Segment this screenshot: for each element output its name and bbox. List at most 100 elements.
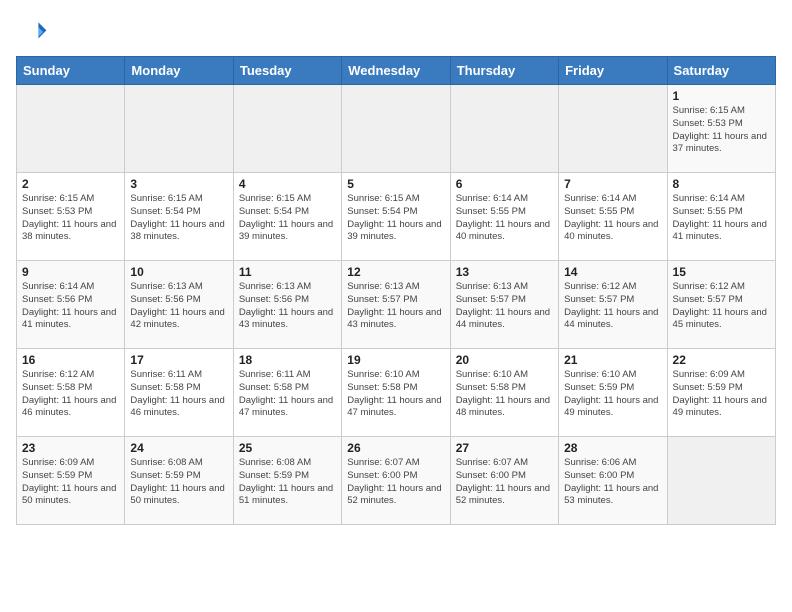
day-info: Sunrise: 6:11 AM Sunset: 5:58 PM Dayligh…: [130, 369, 227, 420]
day-number: 23: [22, 441, 119, 455]
weekday-header: Monday: [125, 57, 233, 85]
day-number: 27: [456, 441, 553, 455]
day-info: Sunrise: 6:14 AM Sunset: 5:55 PM Dayligh…: [456, 193, 553, 244]
calendar-cell: 3 Sunrise: 6:15 AM Sunset: 5:54 PM Daylig…: [125, 173, 233, 261]
calendar-cell: 10 Sunrise: 6:13 AM Sunset: 5:56 PM Dayli…: [125, 261, 233, 349]
calendar-cell: 25 Sunrise: 6:08 AM Sunset: 5:59 PM Dayli…: [233, 437, 341, 525]
day-info: Sunrise: 6:10 AM Sunset: 5:58 PM Dayligh…: [347, 369, 444, 420]
calendar-cell: 6 Sunrise: 6:14 AM Sunset: 5:55 PM Daylig…: [450, 173, 558, 261]
day-info: Sunrise: 6:10 AM Sunset: 5:58 PM Dayligh…: [456, 369, 553, 420]
logo-icon: [16, 16, 48, 48]
weekday-header: Wednesday: [342, 57, 450, 85]
calendar-week-row: 9 Sunrise: 6:14 AM Sunset: 5:56 PM Daylig…: [17, 261, 776, 349]
day-number: 3: [130, 177, 227, 191]
day-number: 16: [22, 353, 119, 367]
calendar-cell: 14 Sunrise: 6:12 AM Sunset: 5:57 PM Dayli…: [559, 261, 667, 349]
calendar-cell: 18 Sunrise: 6:11 AM Sunset: 5:58 PM Dayli…: [233, 349, 341, 437]
day-number: 21: [564, 353, 661, 367]
day-number: 4: [239, 177, 336, 191]
calendar-cell: 24 Sunrise: 6:08 AM Sunset: 5:59 PM Dayli…: [125, 437, 233, 525]
calendar-week-row: 2 Sunrise: 6:15 AM Sunset: 5:53 PM Daylig…: [17, 173, 776, 261]
calendar-cell: [342, 85, 450, 173]
calendar-cell: 13 Sunrise: 6:13 AM Sunset: 5:57 PM Dayli…: [450, 261, 558, 349]
calendar-cell: [450, 85, 558, 173]
day-info: Sunrise: 6:07 AM Sunset: 6:00 PM Dayligh…: [456, 457, 553, 508]
day-info: Sunrise: 6:15 AM Sunset: 5:53 PM Dayligh…: [673, 105, 770, 156]
calendar-cell: 1 Sunrise: 6:15 AM Sunset: 5:53 PM Daylig…: [667, 85, 775, 173]
day-info: Sunrise: 6:14 AM Sunset: 5:56 PM Dayligh…: [22, 281, 119, 332]
weekday-header: Thursday: [450, 57, 558, 85]
weekday-header: Tuesday: [233, 57, 341, 85]
calendar-cell: [233, 85, 341, 173]
calendar-cell: 4 Sunrise: 6:15 AM Sunset: 5:54 PM Daylig…: [233, 173, 341, 261]
day-number: 2: [22, 177, 119, 191]
day-info: Sunrise: 6:09 AM Sunset: 5:59 PM Dayligh…: [22, 457, 119, 508]
day-info: Sunrise: 6:15 AM Sunset: 5:54 PM Dayligh…: [130, 193, 227, 244]
day-number: 19: [347, 353, 444, 367]
calendar-cell: [667, 437, 775, 525]
day-info: Sunrise: 6:14 AM Sunset: 5:55 PM Dayligh…: [564, 193, 661, 244]
calendar-cell: 20 Sunrise: 6:10 AM Sunset: 5:58 PM Dayli…: [450, 349, 558, 437]
day-info: Sunrise: 6:13 AM Sunset: 5:56 PM Dayligh…: [130, 281, 227, 332]
calendar-cell: 12 Sunrise: 6:13 AM Sunset: 5:57 PM Dayli…: [342, 261, 450, 349]
day-number: 15: [673, 265, 770, 279]
day-number: 22: [673, 353, 770, 367]
day-number: 11: [239, 265, 336, 279]
calendar-cell: 19 Sunrise: 6:10 AM Sunset: 5:58 PM Dayli…: [342, 349, 450, 437]
calendar-cell: 7 Sunrise: 6:14 AM Sunset: 5:55 PM Daylig…: [559, 173, 667, 261]
day-info: Sunrise: 6:14 AM Sunset: 5:55 PM Dayligh…: [673, 193, 770, 244]
day-info: Sunrise: 6:12 AM Sunset: 5:57 PM Dayligh…: [564, 281, 661, 332]
calendar-week-row: 1 Sunrise: 6:15 AM Sunset: 5:53 PM Daylig…: [17, 85, 776, 173]
logo: [16, 16, 52, 48]
day-info: Sunrise: 6:13 AM Sunset: 5:57 PM Dayligh…: [456, 281, 553, 332]
day-number: 17: [130, 353, 227, 367]
day-number: 20: [456, 353, 553, 367]
day-info: Sunrise: 6:12 AM Sunset: 5:57 PM Dayligh…: [673, 281, 770, 332]
day-info: Sunrise: 6:06 AM Sunset: 6:00 PM Dayligh…: [564, 457, 661, 508]
day-info: Sunrise: 6:15 AM Sunset: 5:54 PM Dayligh…: [347, 193, 444, 244]
day-number: 10: [130, 265, 227, 279]
calendar-cell: [559, 85, 667, 173]
calendar-cell: 9 Sunrise: 6:14 AM Sunset: 5:56 PM Daylig…: [17, 261, 125, 349]
day-info: Sunrise: 6:13 AM Sunset: 5:57 PM Dayligh…: [347, 281, 444, 332]
calendar-cell: 16 Sunrise: 6:12 AM Sunset: 5:58 PM Dayli…: [17, 349, 125, 437]
day-info: Sunrise: 6:08 AM Sunset: 5:59 PM Dayligh…: [130, 457, 227, 508]
weekday-header: Friday: [559, 57, 667, 85]
day-info: Sunrise: 6:12 AM Sunset: 5:58 PM Dayligh…: [22, 369, 119, 420]
day-number: 9: [22, 265, 119, 279]
day-number: 25: [239, 441, 336, 455]
calendar-cell: [17, 85, 125, 173]
day-number: 5: [347, 177, 444, 191]
calendar-cell: 23 Sunrise: 6:09 AM Sunset: 5:59 PM Dayli…: [17, 437, 125, 525]
calendar-week-row: 16 Sunrise: 6:12 AM Sunset: 5:58 PM Dayli…: [17, 349, 776, 437]
day-info: Sunrise: 6:10 AM Sunset: 5:59 PM Dayligh…: [564, 369, 661, 420]
day-info: Sunrise: 6:09 AM Sunset: 5:59 PM Dayligh…: [673, 369, 770, 420]
day-info: Sunrise: 6:08 AM Sunset: 5:59 PM Dayligh…: [239, 457, 336, 508]
weekday-header: Saturday: [667, 57, 775, 85]
calendar-cell: 28Sunrise: 6:06 AM Sunset: 6:00 PM Dayli…: [559, 437, 667, 525]
day-number: 6: [456, 177, 553, 191]
day-number: 24: [130, 441, 227, 455]
page-header: [16, 16, 776, 48]
day-number: 14: [564, 265, 661, 279]
day-number: 12: [347, 265, 444, 279]
day-info: Sunrise: 6:15 AM Sunset: 5:53 PM Dayligh…: [22, 193, 119, 244]
day-info: Sunrise: 6:11 AM Sunset: 5:58 PM Dayligh…: [239, 369, 336, 420]
calendar-cell: 22 Sunrise: 6:09 AM Sunset: 5:59 PM Dayli…: [667, 349, 775, 437]
weekday-header-row: SundayMondayTuesdayWednesdayThursdayFrid…: [17, 57, 776, 85]
day-number: 1: [673, 89, 770, 103]
day-number: 18: [239, 353, 336, 367]
calendar-cell: 11 Sunrise: 6:13 AM Sunset: 5:56 PM Dayli…: [233, 261, 341, 349]
day-info: Sunrise: 6:13 AM Sunset: 5:56 PM Dayligh…: [239, 281, 336, 332]
calendar-cell: 5 Sunrise: 6:15 AM Sunset: 5:54 PM Daylig…: [342, 173, 450, 261]
calendar-cell: 21 Sunrise: 6:10 AM Sunset: 5:59 PM Dayli…: [559, 349, 667, 437]
day-info: Sunrise: 6:15 AM Sunset: 5:54 PM Dayligh…: [239, 193, 336, 244]
calendar-cell: 27 Sunrise: 6:07 AM Sunset: 6:00 PM Dayli…: [450, 437, 558, 525]
calendar-cell: 17 Sunrise: 6:11 AM Sunset: 5:58 PM Dayli…: [125, 349, 233, 437]
calendar-table: SundayMondayTuesdayWednesdayThursdayFrid…: [16, 56, 776, 525]
day-number: 13: [456, 265, 553, 279]
day-number: 7: [564, 177, 661, 191]
calendar-week-row: 23 Sunrise: 6:09 AM Sunset: 5:59 PM Dayli…: [17, 437, 776, 525]
day-info: Sunrise: 6:07 AM Sunset: 6:00 PM Dayligh…: [347, 457, 444, 508]
calendar-cell: 8Sunrise: 6:14 AM Sunset: 5:55 PM Daylig…: [667, 173, 775, 261]
